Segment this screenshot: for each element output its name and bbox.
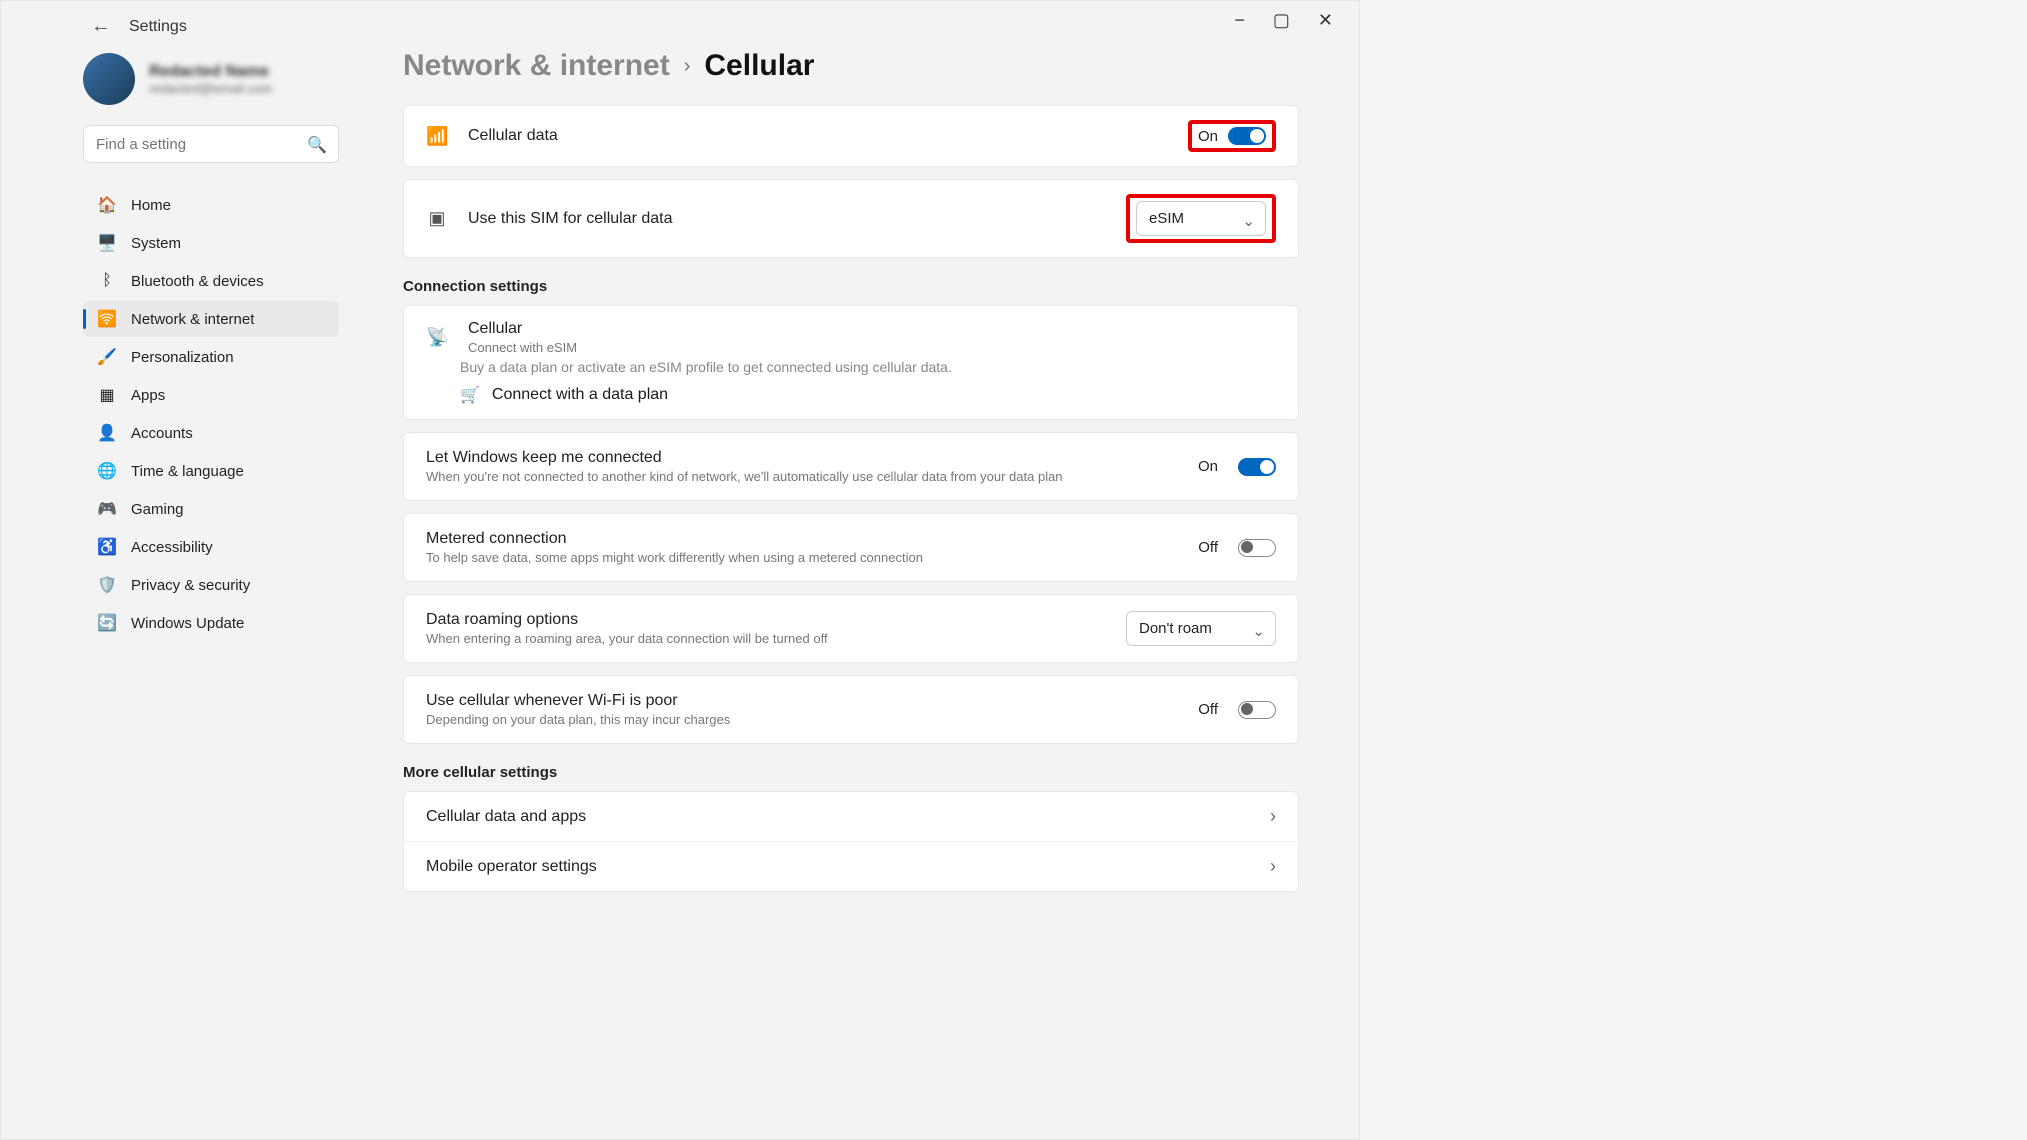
roaming-select[interactable]: Don't roam⌄ (1126, 611, 1276, 646)
sidebar-item-label: System (131, 235, 181, 252)
chevron-down-icon: ⌄ (1252, 622, 1265, 640)
sidebar-item-label: Apps (131, 387, 165, 404)
sim-icon: ▣ (426, 208, 448, 229)
close-button[interactable]: ✕ (1318, 11, 1333, 29)
toggle[interactable] (1238, 539, 1276, 557)
nav-icon: 🏠 (97, 195, 117, 215)
setting-row: Let Windows keep me connected When you're… (403, 432, 1299, 501)
setting-title: Let Windows keep me connected (426, 449, 1063, 467)
cellular-data-state: On (1198, 128, 1218, 145)
toggle[interactable] (1238, 458, 1276, 476)
sidebar-item-label: Accessibility (131, 539, 213, 556)
window-controls: − ▢ ✕ (1208, 1, 1359, 39)
minimize-button[interactable]: − (1234, 11, 1245, 29)
nav-icon: 🖥️ (97, 233, 117, 253)
more-row[interactable]: Mobile operator settings › (404, 841, 1298, 891)
cellular-connect-block: 📡 Cellular Connect with eSIM Buy a data … (403, 305, 1299, 420)
nav-icon: ᛒ (97, 271, 117, 291)
nav-icon: 🌐 (97, 461, 117, 481)
setting-sub: When entering a roaming area, your data … (426, 631, 828, 646)
sidebar-item-label: Home (131, 197, 171, 214)
toggle-state: On (1198, 458, 1218, 475)
sidebar-item-privacy-security[interactable]: 🛡️ Privacy & security (83, 567, 339, 603)
highlight-cellular-toggle: On (1188, 120, 1276, 152)
sidebar-item-home[interactable]: 🏠 Home (83, 187, 339, 223)
sidebar-item-label: Time & language (131, 463, 244, 480)
nav-icon: ▦ (97, 385, 117, 405)
chevron-right-icon: › (1270, 856, 1276, 877)
setting-title: Metered connection (426, 530, 923, 548)
section-connection-head: Connection settings (403, 278, 1299, 295)
setting-title: Data roaming options (426, 611, 828, 629)
more-row-title: Mobile operator settings (426, 858, 597, 876)
cellular-block-subtitle: Connect with eSIM (468, 340, 577, 355)
sim-select-value: eSIM (1149, 210, 1184, 227)
cellular-data-label: Cellular data (468, 127, 558, 145)
sidebar-item-label: Network & internet (131, 311, 254, 328)
setting-sub: To help save data, some apps might work … (426, 550, 923, 565)
toggle-state: Off (1198, 539, 1218, 556)
setting-title: Use cellular whenever Wi-Fi is poor (426, 692, 730, 710)
signal-icon: 📶 (426, 126, 448, 147)
more-row[interactable]: Cellular data and apps › (404, 792, 1298, 841)
section-more-head: More cellular settings (403, 764, 1299, 781)
toggle-state: Off (1198, 701, 1218, 718)
cart-icon: 🛒 (460, 385, 480, 405)
sidebar-item-label: Gaming (131, 501, 184, 518)
nav-icon: 🛜 (97, 309, 117, 329)
toggle[interactable] (1238, 701, 1276, 719)
breadcrumb: Network & internet › Cellular (403, 49, 1299, 83)
avatar (83, 53, 135, 105)
setting-row: Metered connection To help save data, som… (403, 513, 1299, 582)
sidebar-item-accounts[interactable]: 👤 Accounts (83, 415, 339, 451)
setting-sub: When you're not connected to another kin… (426, 469, 1063, 484)
nav-icon: ♿ (97, 537, 117, 557)
setting-row: Use cellular whenever Wi-Fi is poor Depen… (403, 675, 1299, 744)
cellular-block-desc: Buy a data plan or activate an eSIM prof… (404, 355, 1298, 375)
sidebar-item-apps[interactable]: ▦ Apps (83, 377, 339, 413)
highlight-sim-select: eSIM ⌄ (1126, 194, 1276, 243)
chevron-right-icon: › (1270, 806, 1276, 827)
sidebar-item-personalization[interactable]: 🖌️ Personalization (83, 339, 339, 375)
profile-name: Redacted Name (149, 63, 272, 81)
search-icon: 🔍 (307, 135, 327, 155)
setting-row: Data roaming options When entering a roam… (403, 594, 1299, 663)
cellular-data-toggle[interactable] (1228, 127, 1266, 145)
sidebar-item-label: Windows Update (131, 615, 244, 632)
connect-data-plan-link[interactable]: Connect with a data plan (492, 386, 668, 404)
profile-block[interactable]: Redacted Name redacted@email.com (83, 53, 339, 105)
sidebar-item-label: Privacy & security (131, 577, 250, 594)
sidebar-item-windows-update[interactable]: 🔄 Windows Update (83, 605, 339, 641)
sim-select-label: Use this SIM for cellular data (468, 210, 673, 228)
app-title: Settings (129, 18, 187, 36)
sim-select[interactable]: eSIM ⌄ (1136, 201, 1266, 236)
sidebar-item-accessibility[interactable]: ♿ Accessibility (83, 529, 339, 565)
nav-icon: 🛡️ (97, 575, 117, 595)
nav-icon: 🎮 (97, 499, 117, 519)
search-box[interactable]: 🔍 (83, 125, 339, 163)
sidebar-item-label: Accounts (131, 425, 193, 442)
profile-email: redacted@email.com (149, 81, 272, 96)
setting-sub: Depending on your data plan, this may in… (426, 712, 730, 727)
nav-icon: 🔄 (97, 613, 117, 633)
maximize-button[interactable]: ▢ (1273, 11, 1290, 29)
sidebar-item-system[interactable]: 🖥️ System (83, 225, 339, 261)
page-title: Cellular (704, 49, 814, 83)
more-row-title: Cellular data and apps (426, 808, 586, 826)
nav-icon: 🖌️ (97, 347, 117, 367)
breadcrumb-parent[interactable]: Network & internet (403, 49, 670, 83)
chevron-right-icon: › (684, 55, 691, 78)
sidebar-item-label: Bluetooth & devices (131, 273, 264, 290)
sidebar-item-label: Personalization (131, 349, 234, 366)
sidebar-item-gaming[interactable]: 🎮 Gaming (83, 491, 339, 527)
sidebar-item-network-internet[interactable]: 🛜 Network & internet (83, 301, 339, 337)
sidebar-item-bluetooth-devices[interactable]: ᛒ Bluetooth & devices (83, 263, 339, 299)
chevron-down-icon: ⌄ (1242, 212, 1255, 230)
nav-icon: 👤 (97, 423, 117, 443)
back-button[interactable]: ← (91, 15, 111, 38)
cellular-block-title: Cellular (468, 320, 577, 338)
search-input[interactable] (83, 125, 339, 163)
cellular-help-icon: 📡 (426, 327, 448, 348)
sidebar-item-time-language[interactable]: 🌐 Time & language (83, 453, 339, 489)
